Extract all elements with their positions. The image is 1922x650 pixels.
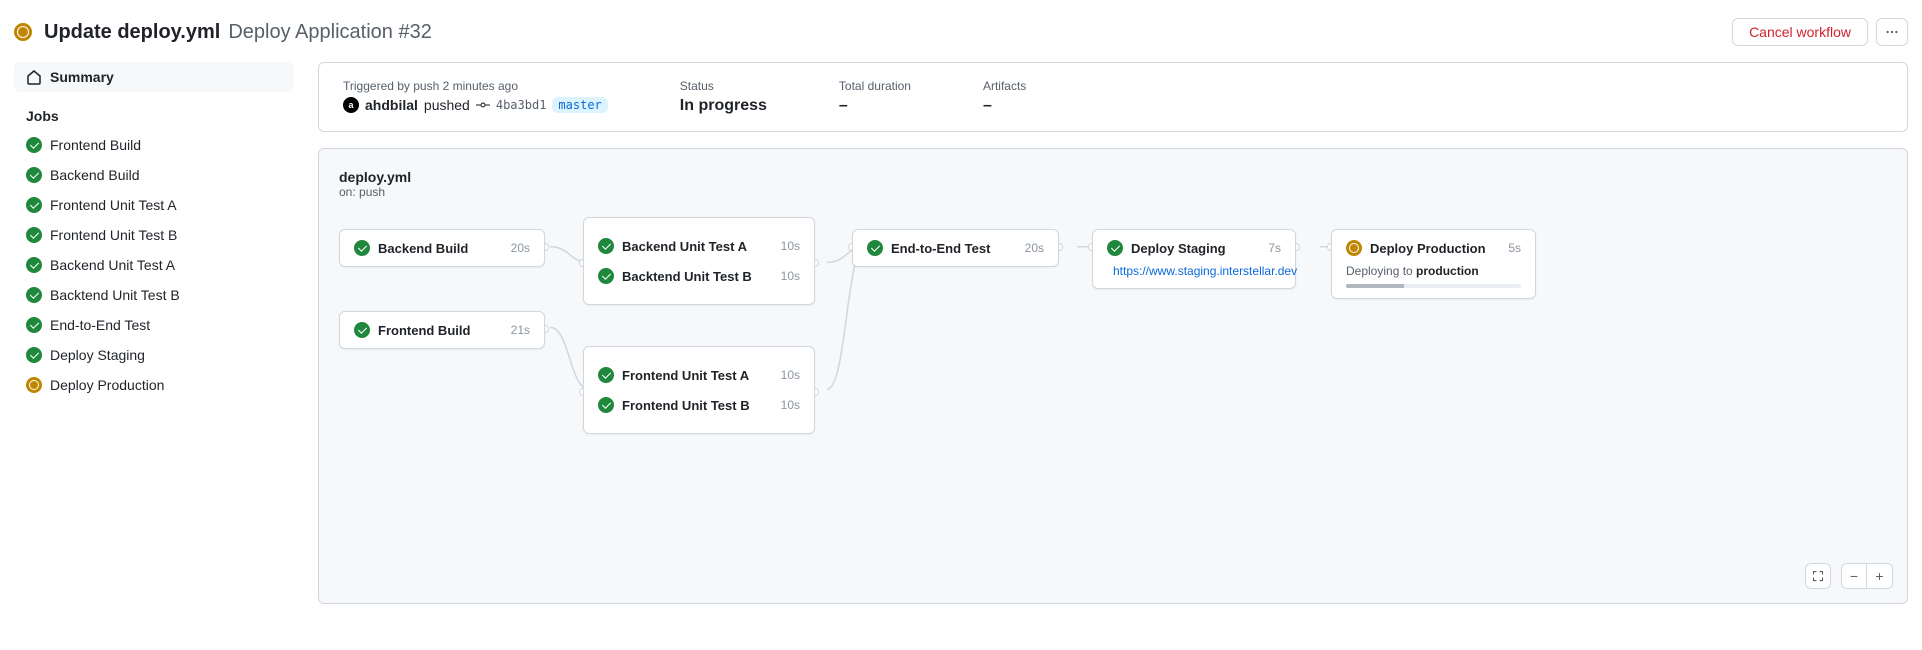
running-icon [1346,240,1362,256]
actor-action: pushed [424,97,470,113]
workflow-graph[interactable]: Backend Build 20s Frontend Build 21s Bac… [339,229,1887,583]
job-node-deploy-production[interactable]: Deploy Production 5s Deploying to produc… [1331,229,1536,299]
sidebar-job-label: Frontend Unit Test A [50,197,177,213]
duration-value: – [839,97,911,115]
sidebar-job-label: End-to-End Test [50,317,150,333]
home-icon [26,69,42,85]
sidebar-summary[interactable]: Summary [14,62,294,92]
sidebar-job-label: Deploy Production [50,377,164,393]
kebab-icon [1885,24,1899,40]
check-icon [26,257,42,273]
zoom-out-button[interactable]: − [1841,563,1867,589]
fullscreen-icon [1812,569,1824,583]
info-status: Status In progress [680,79,767,115]
sidebar: Summary Jobs Frontend Build Backend Build… [14,62,294,604]
page-header: Update deploy.yml Deploy Application #32… [14,14,1908,62]
main-content: Triggered by push 2 minutes ago a ahdbil… [318,62,1908,604]
info-artifacts: Artifacts – [983,79,1026,115]
kebab-menu-button[interactable] [1876,18,1908,46]
check-icon [598,238,614,254]
commit-icon [476,98,490,112]
check-icon [598,268,614,284]
workflow-heading: deploy.yml on: push [339,169,1887,199]
deploy-staging-link[interactable]: https://www.staging.interstellar.dev [1107,264,1281,278]
check-icon [598,397,614,413]
job-node-frontend-build[interactable]: Frontend Build 21s [339,311,545,349]
sidebar-jobs-list: Frontend Build Backend Build Frontend Unit… [14,130,294,400]
header-left: Update deploy.yml Deploy Application #32 [14,21,432,44]
sidebar-job-label: Backtend Unit Test B [50,287,180,303]
check-icon [26,347,42,363]
sidebar-job-item[interactable]: Backtend Unit Test B [14,280,294,310]
check-icon [26,227,42,243]
info-duration: Total duration – [839,79,911,115]
commit-sha[interactable]: 4ba3bd1 [496,98,547,112]
check-icon [354,240,370,256]
graph-zoom-controls: − + [1805,563,1893,589]
check-icon [26,317,42,333]
avatar: a [343,97,359,113]
sidebar-job-item[interactable]: End-to-End Test [14,310,294,340]
sidebar-job-item[interactable]: Frontend Unit Test B [14,220,294,250]
branch-pill[interactable]: master [552,97,607,113]
artifacts-value: – [983,97,1026,115]
running-icon [26,377,42,393]
trigger-text: Triggered by push 2 minutes ago [343,79,608,93]
status-value: In progress [680,97,767,115]
info-trigger: Triggered by push 2 minutes ago a ahdbil… [343,79,608,115]
sidebar-job-label: Frontend Unit Test B [50,227,177,243]
workflow-graph-box: deploy.yml on: push [318,148,1908,604]
job-node-deploy-staging[interactable]: Deploy Staging 7s https://www.staging.in… [1092,229,1296,289]
sidebar-summary-label: Summary [50,69,114,85]
sidebar-job-item[interactable]: Backend Unit Test A [14,250,294,280]
sidebar-job-label: Backend Unit Test A [50,257,175,273]
fullscreen-button[interactable] [1805,563,1831,589]
job-node-frontend-tests[interactable]: Frontend Unit Test A 10s Frontend Unit T… [583,346,815,434]
deploy-production-progress [1346,284,1521,288]
sidebar-job-item[interactable]: Frontend Build [14,130,294,160]
zoom-in-button[interactable]: + [1867,563,1893,589]
sidebar-job-item[interactable]: Frontend Unit Test A [14,190,294,220]
zoom-group: − + [1841,563,1893,589]
check-icon [354,322,370,338]
sidebar-job-label: Deploy Staging [50,347,145,363]
sidebar-job-label: Frontend Build [50,137,141,153]
job-node-backend-tests[interactable]: Backend Unit Test A 10s Backtend Unit Te… [583,217,815,305]
check-icon [1107,240,1123,256]
run-workflow-name: Deploy Application #32 [228,21,432,44]
sidebar-job-item[interactable]: Deploy Production [14,370,294,400]
actor-name[interactable]: ahdbilal [365,97,418,113]
sidebar-job-label: Backend Build [50,167,140,183]
check-icon [26,137,42,153]
run-status-icon [14,23,32,41]
header-actions: Cancel workflow [1732,18,1908,46]
check-icon [26,197,42,213]
check-icon [26,167,42,183]
main-layout: Summary Jobs Frontend Build Backend Build… [14,62,1908,604]
run-title: Update deploy.yml Deploy Application #32 [44,21,432,44]
actor-line: a ahdbilal pushed 4ba3bd1 master [343,97,608,113]
run-info-card: Triggered by push 2 minutes ago a ahdbil… [318,62,1908,132]
sidebar-jobs-heading: Jobs [14,92,294,130]
deploy-production-message: Deploying to production [1346,264,1521,278]
check-icon [26,287,42,303]
sidebar-job-item[interactable]: Deploy Staging [14,340,294,370]
job-node-backend-build[interactable]: Backend Build 20s [339,229,545,267]
check-icon [598,367,614,383]
sidebar-job-item[interactable]: Backend Build [14,160,294,190]
cancel-workflow-button[interactable]: Cancel workflow [1732,18,1868,46]
run-commit-title: Update deploy.yml [44,21,220,44]
check-icon [867,240,883,256]
job-node-e2e[interactable]: End-to-End Test 20s [852,229,1059,267]
